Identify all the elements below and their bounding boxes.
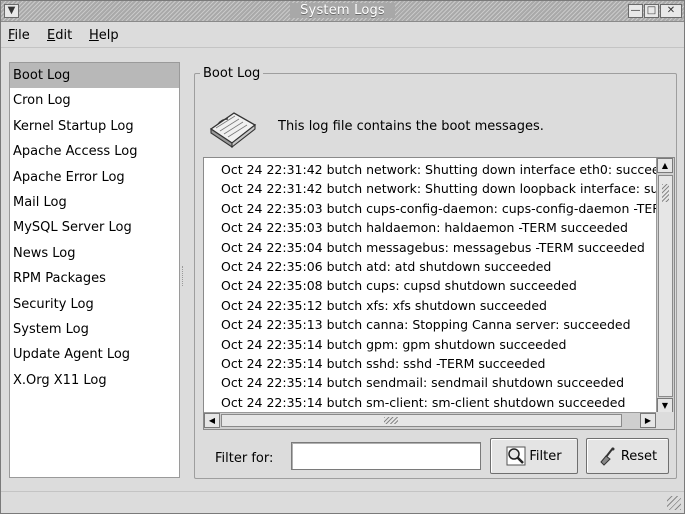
log-line: Oct 24 22:31:42 butch network: Shutting … bbox=[221, 162, 656, 177]
vertical-scrollbar[interactable]: ▲ ▼ bbox=[656, 158, 674, 413]
vertical-scroll-thumb[interactable] bbox=[658, 175, 673, 397]
log-line: Oct 24 22:35:06 butch atd: atd shutdown … bbox=[221, 258, 552, 274]
arrow-right-icon: ▶ bbox=[644, 416, 652, 425]
sidebar-item-xorg-x11-log[interactable]: X.Org X11 Log bbox=[10, 368, 179, 393]
sidebar-item-apache-error-log[interactable]: Apache Error Log bbox=[10, 165, 179, 190]
maximize-icon: □ bbox=[646, 5, 657, 16]
arrow-up-icon: ▲ bbox=[661, 161, 669, 170]
minimize-icon: — bbox=[630, 5, 641, 16]
log-list[interactable]: Boot Log Cron Log Kernel Startup Log Apa… bbox=[9, 62, 180, 478]
reset-button[interactable]: Reset bbox=[586, 438, 669, 474]
resize-grip-icon[interactable] bbox=[667, 496, 681, 510]
broom-icon bbox=[600, 447, 615, 466]
arrow-left-icon: ◀ bbox=[208, 416, 216, 425]
magnifier-icon bbox=[506, 446, 526, 466]
scroll-up-button[interactable]: ▲ bbox=[657, 158, 673, 173]
scroll-down-button[interactable]: ▼ bbox=[657, 398, 673, 413]
sidebar-item-system-log[interactable]: System Log bbox=[10, 317, 179, 342]
maximize-button[interactable]: □ bbox=[644, 4, 659, 18]
log-line: Oct 24 22:35:03 butch haldaemon: haldaem… bbox=[221, 220, 628, 236]
grip-icon bbox=[662, 184, 669, 202]
horizontal-scrollbar[interactable]: ◀ ▶ bbox=[204, 412, 656, 429]
close-button[interactable]: ✕ bbox=[660, 4, 682, 18]
window-title: System Logs bbox=[290, 3, 395, 18]
pane-resize-handle[interactable] bbox=[182, 266, 185, 286]
status-bar bbox=[1, 491, 684, 513]
sidebar-item-cron-log[interactable]: Cron Log bbox=[10, 88, 179, 113]
log-line: Oct 24 22:35:03 butch cups-config-daemon… bbox=[221, 200, 656, 216]
title-bar[interactable]: ▼ System Logs — □ ✕ bbox=[1, 1, 684, 22]
sidebar-item-mail-log[interactable]: Mail Log bbox=[10, 190, 179, 215]
scroll-right-button[interactable]: ▶ bbox=[640, 413, 656, 428]
sidebar-item-boot-log[interactable]: Boot Log bbox=[10, 63, 179, 89]
frame-title: Boot Log bbox=[200, 66, 264, 81]
scrollbar-corner bbox=[656, 412, 674, 429]
arrow-down-icon: ▼ bbox=[661, 401, 669, 410]
filter-label: Filter for: bbox=[215, 451, 274, 466]
sidebar-item-update-agent-log[interactable]: Update Agent Log bbox=[10, 342, 179, 367]
system-logs-window: ▼ System Logs — □ ✕ File Edit Help Boot … bbox=[0, 0, 685, 514]
log-view[interactable]: Oct 24 22:31:42 butch network: Shutting … bbox=[203, 157, 675, 430]
log-line: Oct 24 22:35:14 butch sm-client: sm-clie… bbox=[221, 394, 626, 410]
menu-edit[interactable]: Edit bbox=[47, 28, 72, 43]
reset-button-label: Reset bbox=[620, 448, 658, 464]
menu-file[interactable]: File bbox=[8, 28, 30, 43]
log-line: Oct 24 22:31:42 butch network: Shutting … bbox=[221, 181, 656, 197]
horizontal-scroll-thumb[interactable] bbox=[221, 414, 622, 427]
filter-input[interactable] bbox=[291, 442, 481, 470]
log-line: Oct 24 22:35:04 butch messagebus: messag… bbox=[221, 239, 645, 255]
sidebar-item-apache-access-log[interactable]: Apache Access Log bbox=[10, 139, 179, 164]
grip-icon bbox=[384, 417, 398, 424]
close-icon: ✕ bbox=[666, 5, 676, 16]
log-line: Oct 24 22:35:12 butch xfs: xfs shutdown … bbox=[221, 297, 547, 313]
log-line: Oct 24 22:35:14 butch sendmail: sendmail… bbox=[221, 375, 625, 391]
log-line: Oct 24 22:35:14 butch sshd: sshd -TERM s… bbox=[221, 355, 546, 371]
sidebar-item-security-log[interactable]: Security Log bbox=[10, 292, 179, 317]
sidebar-item-rpm-packages[interactable]: RPM Packages bbox=[10, 266, 179, 291]
filter-button-label: Filter bbox=[529, 448, 562, 464]
book-icon bbox=[209, 112, 257, 149]
sidebar-item-kernel-startup-log[interactable]: Kernel Startup Log bbox=[10, 114, 179, 139]
minimize-button[interactable]: — bbox=[628, 4, 643, 18]
log-lines: Oct 24 22:31:42 butch network: Shutting … bbox=[204, 158, 656, 413]
log-line: Oct 24 22:35:13 butch canna: Stopping Ca… bbox=[221, 317, 631, 333]
sidebar-item-mysql-server-log[interactable]: MySQL Server Log bbox=[10, 215, 179, 240]
log-line: Oct 24 22:35:14 butch gpm: gpm shutdown … bbox=[221, 336, 567, 352]
log-line: Oct 24 22:35:08 butch cups: cupsd shutdo… bbox=[221, 278, 577, 294]
filter-button[interactable]: Filter bbox=[490, 438, 578, 474]
log-description: This log file contains the boot messages… bbox=[278, 119, 544, 134]
menu-help[interactable]: Help bbox=[89, 28, 119, 43]
sidebar-item-news-log[interactable]: News Log bbox=[10, 241, 179, 266]
menu-bar: File Edit Help bbox=[1, 23, 684, 48]
scroll-left-button[interactable]: ◀ bbox=[204, 413, 220, 428]
